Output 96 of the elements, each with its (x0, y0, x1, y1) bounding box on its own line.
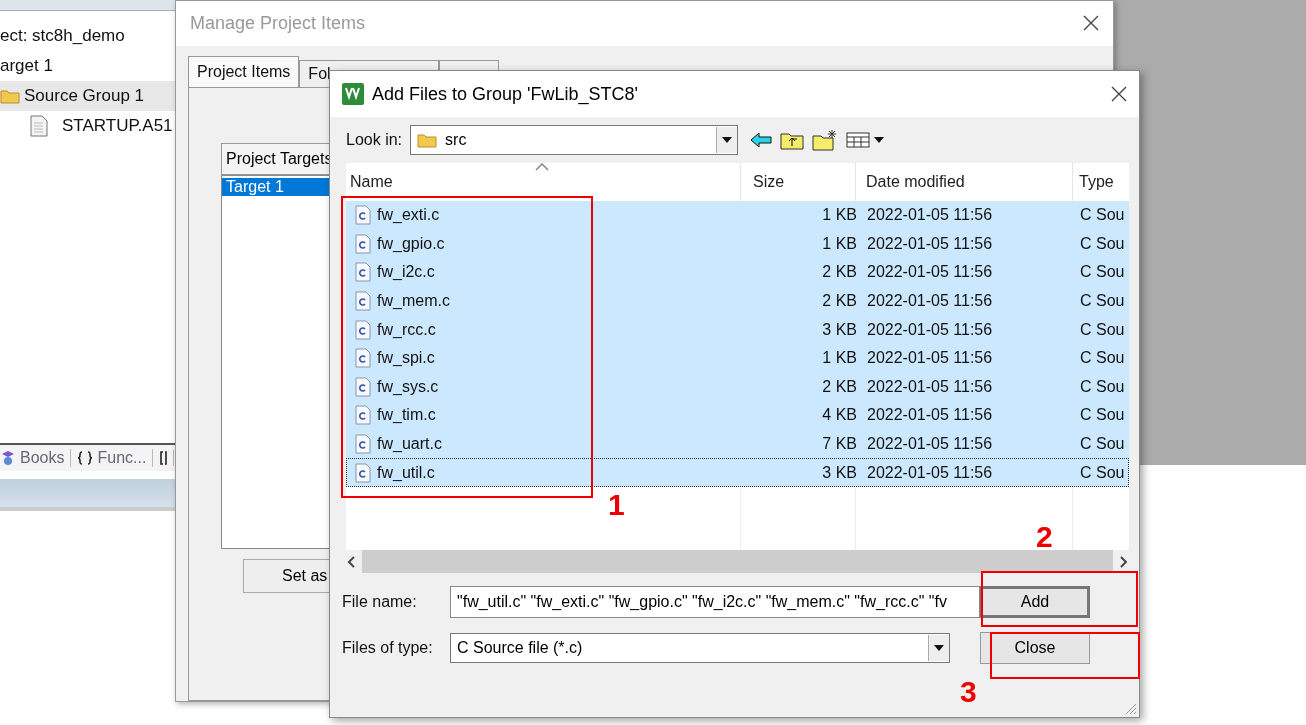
file-date: 2022-01-05 11:56 (866, 319, 994, 340)
c-file-icon (355, 434, 371, 455)
c-file-icon (355, 405, 371, 426)
file-size: 2 KB (821, 262, 857, 283)
app-icon (342, 83, 364, 105)
up-folder-icon[interactable] (780, 130, 805, 150)
file-row[interactable]: fw_exti.c 1 KB 2022-01-05 11:56 C Sou (346, 201, 1129, 230)
file-name: fw_util.c (377, 463, 435, 482)
dialog-tab[interactable]: Project Items (188, 55, 300, 87)
brackets-icon (159, 450, 168, 466)
view-menu-icon[interactable] (846, 131, 887, 149)
file-type: C Sou (1079, 348, 1126, 369)
c-file-icon (355, 348, 371, 369)
file-date: 2022-01-05 11:56 (866, 291, 994, 312)
c-file-icon (355, 462, 371, 483)
file-type: C Sou (1079, 291, 1126, 312)
new-folder-icon[interactable] (812, 129, 839, 151)
file-row[interactable]: fw_rcc.c 3 KB 2022-01-05 11:56 C Sou (346, 315, 1129, 344)
resize-grip-icon[interactable] (1123, 701, 1137, 715)
panel-tab[interactable]: Func... (77, 449, 154, 467)
file-date: 2022-01-05 11:56 (866, 434, 994, 455)
sort-caret-icon (535, 163, 550, 171)
file-type: C Sou (1079, 434, 1126, 455)
step-number: 1 (608, 488, 625, 522)
file-name: fw_tim.c (377, 406, 436, 425)
file-size: 3 KB (821, 462, 857, 483)
file-date: 2022-01-05 11:56 (866, 348, 994, 369)
field-label: Look in: (346, 131, 403, 149)
file-size: 2 KB (821, 376, 857, 397)
books-icon (0, 450, 16, 466)
file-name: fw_rcc.c (377, 320, 436, 339)
c-file-icon (355, 205, 371, 226)
file-name: fw_i2c.c (377, 263, 435, 282)
c-file-icon (355, 319, 371, 340)
folder-dropdown[interactable]: src (410, 125, 739, 155)
braces-icon (77, 450, 94, 466)
step-number: 2 (1036, 520, 1053, 554)
file-date: 2022-01-05 11:56 (866, 205, 994, 226)
close-button[interactable]: Close (980, 632, 1090, 664)
file-type: C Sou (1079, 319, 1126, 340)
file-date: 2022-01-05 11:56 (866, 376, 994, 397)
file-name-field[interactable]: "fw_util.c" "fw_exti.c" "fw_gpio.c" "fw_i2c.c" "fw_mem.c" "fw_rcc.c" "fv (450, 586, 980, 618)
step-number: 3 (960, 675, 977, 709)
file-name: fw_mem.c (377, 292, 450, 311)
file-type-dropdown[interactable]: C Source file (*.c) (450, 633, 950, 663)
file-date: 2022-01-05 11:56 (866, 405, 994, 426)
document-icon (30, 115, 48, 137)
dropdown-arrow-icon (934, 645, 944, 651)
panel-tab[interactable]: Books (0, 449, 72, 467)
file-size: 1 KB (821, 233, 857, 254)
field-label: Files of type: (342, 639, 434, 657)
file-date: 2022-01-05 11:56 (866, 262, 994, 283)
file-row[interactable]: fw_util.c 3 KB 2022-01-05 11:56 C Sou (346, 458, 1129, 487)
file-row[interactable]: fw_i2c.c 2 KB 2022-01-05 11:56 C Sou (346, 258, 1129, 287)
file-type: C Sou (1079, 376, 1126, 397)
dialog-title: Manage Project Items (190, 12, 366, 34)
file-size: 2 KB (821, 291, 857, 312)
file-date: 2022-01-05 11:56 (866, 233, 994, 254)
file-size: 1 KB (821, 205, 857, 226)
close-icon[interactable] (1083, 15, 1099, 32)
file-type: C Sou (1079, 262, 1126, 283)
file-name: fw_gpio.c (377, 234, 445, 253)
file-name: fw_exti.c (377, 206, 440, 225)
panel-tab[interactable] (159, 450, 175, 466)
field-label: File name: (342, 593, 418, 611)
dropdown-arrow-icon (722, 137, 733, 143)
file-row[interactable]: fw_sys.c 2 KB 2022-01-05 11:56 C Sou (346, 372, 1129, 402)
scroll-left-icon[interactable] (346, 555, 356, 568)
file-date: 2022-01-05 11:56 (866, 462, 994, 483)
back-arrow-icon[interactable] (750, 132, 773, 148)
c-file-icon (355, 376, 371, 397)
file-name: fw_sys.c (377, 377, 439, 396)
file-size: 4 KB (821, 405, 857, 426)
file-size: 7 KB (821, 434, 857, 455)
c-file-icon (355, 262, 371, 283)
file-type: C Sou (1079, 205, 1126, 226)
file-name: fw_spi.c (377, 349, 435, 368)
folder-icon (0, 88, 20, 104)
close-icon[interactable] (1111, 86, 1127, 102)
dialog-title: Add Files to Group 'FwLib_STC8' (372, 83, 639, 105)
file-row[interactable]: fw_spi.c 1 KB 2022-01-05 11:56 C Sou (346, 343, 1129, 373)
c-file-icon (355, 291, 371, 312)
file-row[interactable]: fw_tim.c 4 KB 2022-01-05 11:56 C Sou (346, 401, 1129, 430)
file-size: 1 KB (821, 348, 857, 369)
file-type: C Sou (1079, 405, 1126, 426)
file-name: fw_uart.c (377, 435, 442, 454)
file-row[interactable]: fw_mem.c 2 KB 2022-01-05 11:56 C Sou (346, 286, 1129, 316)
file-type: C Sou (1079, 233, 1126, 254)
tree-item[interactable]: STARTUP.A51 (0, 111, 190, 141)
file-type: C Sou (1079, 462, 1126, 483)
scroll-right-icon[interactable] (1119, 555, 1129, 568)
file-size: 3 KB (821, 319, 857, 340)
file-row[interactable]: fw_gpio.c 1 KB 2022-01-05 11:56 C Sou (346, 229, 1129, 259)
add-button[interactable]: Add (980, 586, 1090, 618)
file-row[interactable]: fw_uart.c 7 KB 2022-01-05 11:56 C Sou (346, 429, 1129, 459)
c-file-icon (355, 233, 371, 254)
